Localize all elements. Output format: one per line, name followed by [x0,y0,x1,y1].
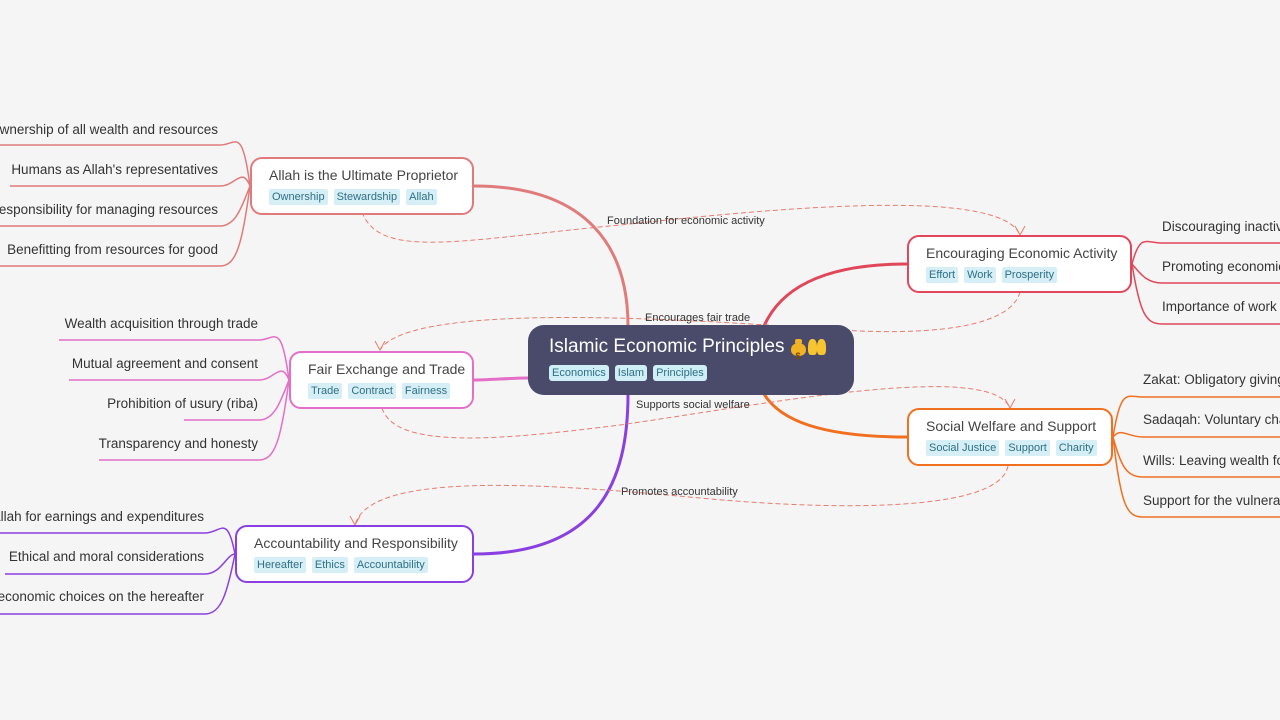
tag-label[interactable]: Ownership [269,189,328,205]
tag-label[interactable]: Fairness [401,383,451,399]
central-topic[interactable]: Islamic Economic Principles $ Economics … [528,325,854,395]
tag-label[interactable]: Islam [614,365,648,381]
topic-title: Social Welfare and Support [926,418,1097,434]
tag-label[interactable]: Charity [1055,440,1097,456]
subtopic[interactable]: Support for the vulnerable [1143,492,1280,510]
palms-up-icon [808,338,827,355]
arrow-head-icon [1014,225,1026,237]
subtopic[interactable]: Importance of work [1162,298,1277,316]
branch-connector [762,262,908,327]
relationship-label[interactable]: Foundation for economic activity [607,214,765,228]
tag-label[interactable]: Hereafter [254,557,306,573]
topic-social-welfare-and-support[interactable]: Social Welfare and Support Social Justic… [907,408,1113,466]
topic-accountability-and-responsibility[interactable]: Accountability and Responsibility Hereaf… [235,525,474,583]
tag-label[interactable]: Allah [406,189,437,205]
topic-title: Accountability and Responsibility [254,535,458,551]
branch-connector [473,393,630,556]
topic-title: Fair Exchange and Trade [308,361,466,377]
tag-label[interactable]: Social Justice [926,440,1000,456]
subtopic[interactable]: Ethical and moral considerations [9,548,204,566]
tag-label[interactable]: Work [964,267,996,283]
subtopic[interactable]: Discouraging inactivity [1162,218,1280,236]
subtopic[interactable]: Prohibition of usury (riba) [107,395,258,413]
subtopic[interactable]: Sadaqah: Voluntary charity [1143,411,1280,429]
subtopic[interactable]: Promoting economic growth [1162,258,1280,276]
topic-allah-ultimate-proprietor[interactable]: Allah is the Ultimate Proprietor Ownersh… [250,157,474,215]
subtopic[interactable]: Humans as Allah's representatives [11,161,218,179]
tag-label[interactable]: Accountability [353,557,428,573]
subtopic[interactable]: Benefitting from resources for good [7,241,218,259]
arrow-head-icon [349,515,361,527]
subtopic-connector [1112,431,1280,438]
branch-connector [473,184,630,327]
topic-title: Encouraging Economic Activity [926,245,1118,261]
tag-label[interactable]: Support [1005,440,1050,456]
topic-fair-exchange-and-trade[interactable]: Fair Exchange and Trade Trade Contract F… [289,351,474,409]
subtopic[interactable]: Mutual agreement and consent [72,355,258,373]
topic-encouraging-economic-activity[interactable]: Encouraging Economic Activity Effort Wor… [907,235,1132,293]
subtopic[interactable]: Accountability to Allah for earnings and… [0,508,204,526]
branch-connector [473,376,529,382]
tag-label[interactable]: Stewardship [333,189,401,205]
subtopic[interactable]: Zakat: Obligatory giving [1143,371,1280,389]
subtopic[interactable]: Wills: Leaving wealth for others [1143,452,1280,470]
relationship-label[interactable]: Encourages fair trade [645,311,750,325]
central-topic-title: Islamic Economic Principles [549,336,785,357]
tag-label[interactable]: Trade [308,383,343,399]
tag-label[interactable]: Prosperity [1001,267,1058,283]
arrow-head-icon [1004,398,1016,410]
subtopic[interactable]: Ownership of all wealth and resources [0,121,218,139]
tag-label[interactable]: Effort [926,267,959,283]
tag-label[interactable]: Ethics [311,557,348,573]
relationship-label[interactable]: Promotes accountability [621,485,738,499]
arrow-head-icon [374,340,386,352]
subtopic[interactable]: Responsibility for managing resources [0,201,218,219]
topic-title: Allah is the Ultimate Proprietor [269,167,459,183]
tag-label[interactable]: Contract [348,383,396,399]
tag-label[interactable]: Principles [653,365,707,381]
subtopic[interactable]: Impact of economic choices on the hereaf… [0,588,204,606]
relationship-label[interactable]: Supports social welfare [636,398,750,412]
money-bag-icon: $ [790,338,807,361]
subtopic[interactable]: Wealth acquisition through trade [65,315,258,333]
tag-label[interactable]: Economics [549,365,609,381]
subtopic[interactable]: Transparency and honesty [99,435,258,453]
